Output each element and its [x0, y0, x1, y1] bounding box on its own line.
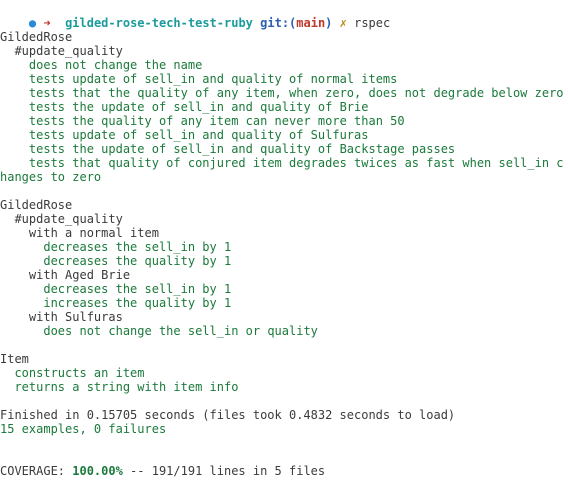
finished-summary: Finished in 0.15705 seconds (files took …: [0, 408, 456, 422]
prompt-line: ● ➜ gilded-rose-tech-test-ruby git:(main…: [0, 2, 390, 30]
example-line: tests that quality of conjured item degr…: [28, 156, 564, 170]
example-line: tests that the quality of any item, when…: [28, 86, 564, 100]
example-line: does not change the sell_in or quality: [43, 324, 318, 338]
describe-heading: Item: [0, 352, 29, 366]
example-line-wrap: hanges to zero: [0, 170, 102, 184]
example-line: decreases the quality by 1: [43, 254, 232, 268]
result-summary: 15 examples, 0 failures: [0, 422, 167, 436]
coverage-percent: 100.00%: [72, 464, 123, 478]
example-line: tests the quality of any item can never …: [28, 114, 405, 128]
git-label: git:(: [260, 16, 297, 30]
example-line: increases the quality by 1: [43, 296, 232, 310]
coverage-detail: -- 191/191 lines in 5 files: [122, 464, 326, 478]
example-line: does not change the name: [28, 58, 203, 72]
coverage-label: COVERAGE:: [0, 464, 73, 478]
context-heading: #update_quality: [14, 212, 123, 226]
context-subheading: with a normal item: [28, 226, 159, 240]
prompt-directory: gilded-rose-tech-test-ruby: [65, 16, 253, 30]
example-line: constructs an item: [14, 366, 145, 380]
git-branch: main: [296, 16, 326, 30]
example-line: decreases the sell_in by 1: [43, 282, 232, 296]
cut-off-line: [0, 488, 568, 494]
prompt-arrow-icon: ➜: [43, 16, 51, 30]
example-line: tests the update of sell_in and quality …: [28, 100, 369, 114]
example-line: tests update of sell_in and quality of n…: [28, 72, 398, 86]
describe-heading: GildedRose: [0, 30, 73, 44]
example-line: returns a string with item info: [14, 380, 239, 394]
coverage-line: COVERAGE: 100.00% -- 191/191 lines in 5 …: [0, 464, 325, 478]
context-heading: #update_quality: [14, 44, 123, 58]
context-subheading: with Aged Brie: [28, 268, 131, 282]
command-text: rspec: [354, 16, 391, 30]
dirty-marker-icon: ✗: [339, 16, 347, 30]
example-line: tests update of sell_in and quality of S…: [28, 128, 369, 142]
context-subheading: with Sulfuras: [28, 310, 123, 324]
example-line: tests the update of sell_in and quality …: [28, 142, 456, 156]
example-line: decreases the sell_in by 1: [43, 240, 232, 254]
terminal-window[interactable]: ● ➜ gilded-rose-tech-test-ruby git:(main…: [0, 0, 568, 494]
describe-heading: GildedRose: [0, 198, 73, 212]
